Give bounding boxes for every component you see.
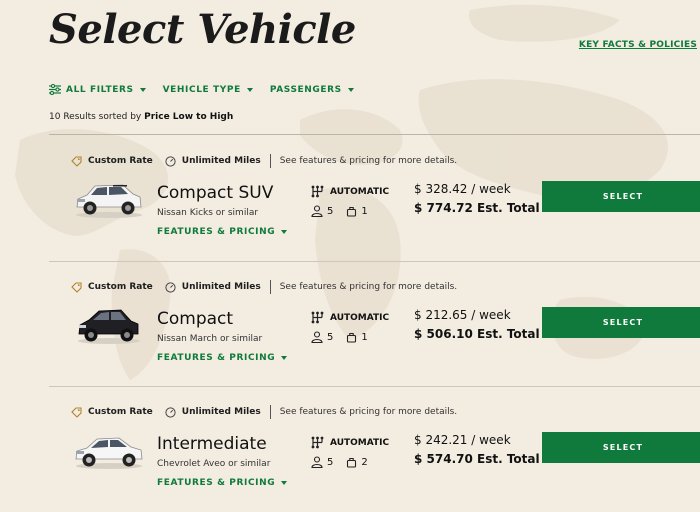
features-pricing-toggle[interactable]: FEATURES & PRICING xyxy=(157,478,288,488)
chevron-down-icon xyxy=(281,230,288,234)
person-icon xyxy=(311,331,327,343)
vehicle-card: Custom Rate Unlimited Miles See features… xyxy=(49,261,700,387)
vehicle-name: Compact SUV xyxy=(157,183,274,203)
passengers-label: PASSENGERS xyxy=(269,84,342,95)
all-filters-label: ALL FILTERS xyxy=(66,84,134,95)
weekly-price: $ 242.21 / week xyxy=(414,433,511,447)
custom-rate-label: Custom Rate xyxy=(88,407,153,417)
capacity: 5 2 xyxy=(311,456,368,468)
features-pricing-label: FEATURES & PRICING xyxy=(157,353,276,363)
features-pricing-toggle[interactable]: FEATURES & PRICING xyxy=(157,353,288,363)
pricing-note: See features & pricing for more details. xyxy=(279,282,458,292)
page-title: Select Vehicle xyxy=(49,6,356,53)
vehicle-type-label: VEHICLE TYPE xyxy=(162,84,241,95)
unlimited-miles-label: Unlimited Miles xyxy=(181,407,261,417)
estimated-total: $ 506.10 Est. Total xyxy=(414,327,540,341)
bag-count: 1 xyxy=(361,331,368,343)
results-count: 10 Results sorted by xyxy=(49,112,145,122)
select-button[interactable]: SELECT xyxy=(542,181,700,212)
person-icon xyxy=(311,456,327,468)
car-image xyxy=(75,437,143,469)
speedometer-icon xyxy=(165,281,176,293)
person-icon xyxy=(311,205,327,217)
vehicle-name: Intermediate xyxy=(157,434,267,454)
tag-icon xyxy=(71,281,82,293)
estimated-total: $ 774.72 Est. Total xyxy=(414,201,540,215)
passenger-count: 5 xyxy=(327,331,334,343)
unlimited-miles-label: Unlimited Miles xyxy=(181,282,261,292)
pricing-note: See features & pricing for more details. xyxy=(279,407,458,417)
gear-shift-icon xyxy=(311,436,330,449)
chevron-down-icon xyxy=(281,356,288,360)
key-facts-policies-link[interactable]: KEY FACTS & POLICIES xyxy=(579,40,697,50)
custom-rate-label: Custom Rate xyxy=(88,156,153,166)
luggage-icon xyxy=(346,332,361,343)
sliders-icon xyxy=(49,84,61,95)
separator xyxy=(269,280,271,294)
chevron-down-icon xyxy=(139,87,146,92)
speedometer-icon xyxy=(165,406,176,418)
chevron-down-icon xyxy=(281,481,288,485)
gear-shift-icon xyxy=(311,311,330,324)
speedometer-icon xyxy=(165,155,176,167)
weekly-price: $ 212.65 / week xyxy=(414,308,511,322)
select-button[interactable]: SELECT xyxy=(542,432,700,463)
vehicle-similar: Nissan March or similar xyxy=(157,334,263,344)
tag-icon xyxy=(71,155,82,167)
unlimited-miles-label: Unlimited Miles xyxy=(181,156,261,166)
transmission-label: AUTOMATIC xyxy=(330,437,390,448)
luggage-icon xyxy=(346,457,361,468)
features-pricing-toggle[interactable]: FEATURES & PRICING xyxy=(157,227,288,237)
transmission: AUTOMATIC xyxy=(311,311,389,324)
bag-count: 1 xyxy=(361,205,368,217)
weekly-price: $ 328.42 / week xyxy=(414,182,511,196)
transmission: AUTOMATIC xyxy=(311,436,389,449)
features-pricing-label: FEATURES & PRICING xyxy=(157,227,276,237)
custom-rate-label: Custom Rate xyxy=(88,282,153,292)
transmission-label: AUTOMATIC xyxy=(330,312,390,323)
estimated-total: $ 574.70 Est. Total xyxy=(414,452,540,466)
gear-shift-icon xyxy=(311,185,330,198)
capacity: 5 1 xyxy=(311,205,368,217)
vehicle-card: Custom Rate Unlimited Miles See features… xyxy=(49,135,700,261)
select-button[interactable]: SELECT xyxy=(542,307,700,338)
transmission-label: AUTOMATIC xyxy=(330,186,390,197)
bag-count: 2 xyxy=(361,456,368,468)
passenger-count: 5 xyxy=(327,205,334,217)
luggage-icon xyxy=(346,206,361,217)
rate-info: Custom Rate Unlimited Miles See features… xyxy=(71,154,457,168)
chevron-down-icon xyxy=(246,87,253,92)
tag-icon xyxy=(71,406,82,418)
features-pricing-label: FEATURES & PRICING xyxy=(157,478,276,488)
sort-value: Price Low to High xyxy=(144,112,234,122)
vehicle-name: Compact xyxy=(157,309,234,329)
pricing-note: See features & pricing for more details. xyxy=(279,156,458,166)
capacity: 5 1 xyxy=(311,331,368,343)
car-image xyxy=(78,309,140,344)
vehicle-card: Custom Rate Unlimited Miles See features… xyxy=(49,386,700,512)
separator xyxy=(269,154,271,168)
vehicle-similar: Chevrolet Aveo or similar xyxy=(157,459,271,469)
results-summary: 10 Results sorted by Price Low to High xyxy=(49,112,233,122)
separator xyxy=(269,405,271,419)
rate-info: Custom Rate Unlimited Miles See features… xyxy=(71,280,457,294)
chevron-down-icon xyxy=(347,87,354,92)
vehicle-similar: Nissan Kicks or similar xyxy=(157,208,259,218)
car-image xyxy=(76,184,142,218)
passengers-filter[interactable]: PASSENGERS xyxy=(270,85,354,95)
transmission: AUTOMATIC xyxy=(311,185,389,198)
vehicle-type-filter[interactable]: VEHICLE TYPE xyxy=(163,85,253,95)
passenger-count: 5 xyxy=(327,456,334,468)
rate-info: Custom Rate Unlimited Miles See features… xyxy=(71,405,457,419)
all-filters-button[interactable]: ALL FILTERS xyxy=(49,84,146,95)
filter-bar: ALL FILTERS VEHICLE TYPE PASSENGERS xyxy=(49,84,371,95)
